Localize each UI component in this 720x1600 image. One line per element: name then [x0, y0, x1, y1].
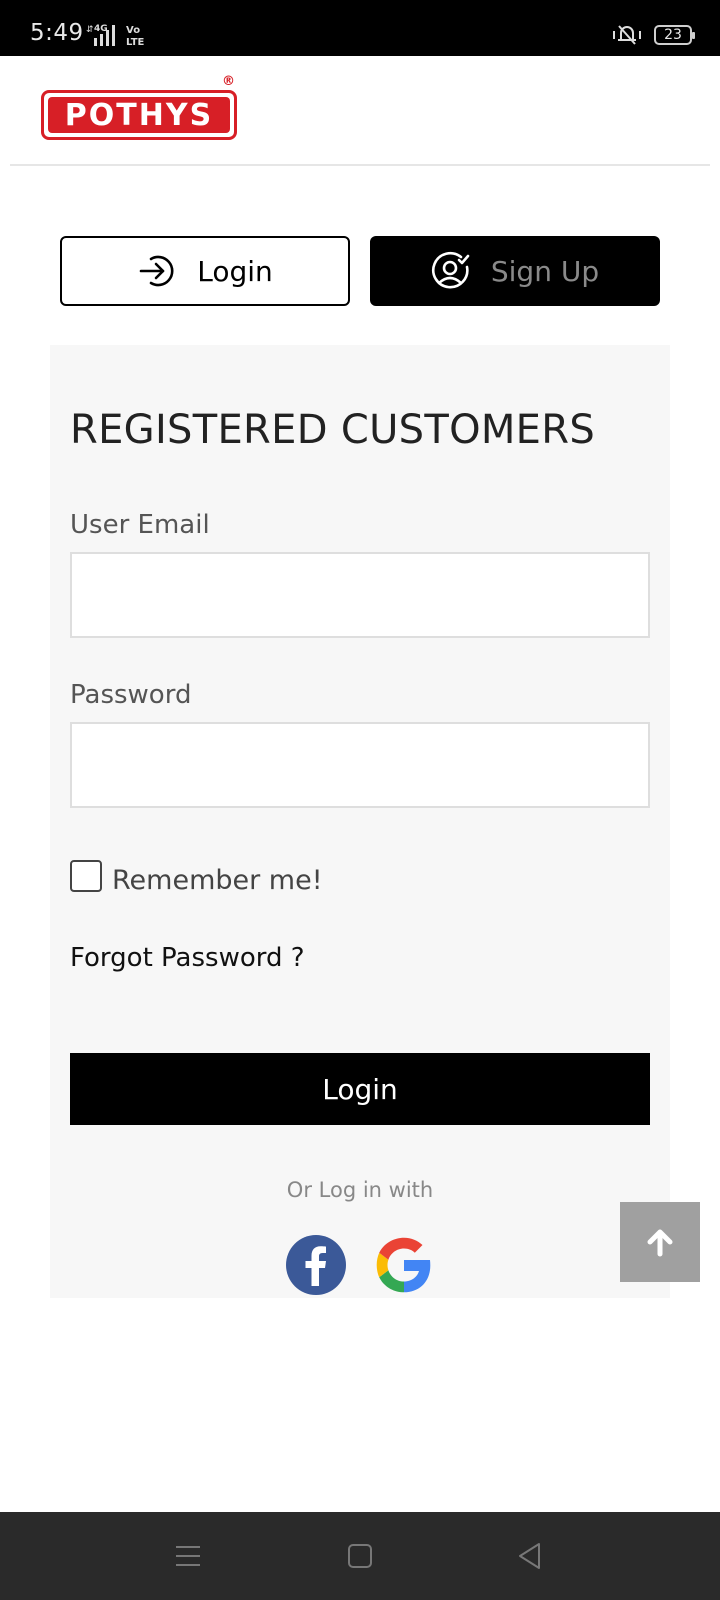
tab-login-label: Login: [197, 254, 273, 288]
password-label: Password: [70, 680, 192, 710]
form-title: REGISTERED CUSTOMERS: [70, 407, 596, 453]
svg-text:LTE: LTE: [126, 37, 145, 48]
arrow-up-icon: [647, 1229, 673, 1257]
logo-text: POTHYS: [64, 97, 214, 133]
social-login-text: Or Log in with: [286, 1178, 434, 1202]
logo-plate: POTHYS: [48, 97, 230, 133]
battery-level: 23: [664, 27, 682, 43]
tab-login[interactable]: Login: [60, 236, 350, 306]
remember-label[interactable]: Remember me!: [112, 865, 323, 896]
login-button[interactable]: Login: [70, 1053, 650, 1125]
google-icon[interactable]: [373, 1234, 435, 1296]
svg-text:Vo: Vo: [126, 25, 140, 36]
tab-signup[interactable]: Sign Up: [370, 236, 660, 306]
tab-signup-label: Sign Up: [490, 254, 600, 288]
system-nav-bar: [0, 1512, 720, 1600]
forgot-password-link[interactable]: Forgot Password ?: [70, 943, 305, 973]
site-header: POTHYS ®: [0, 56, 720, 166]
battery-icon: 23: [654, 25, 695, 45]
login-arrow-icon: [139, 255, 174, 287]
login-button-label: Login: [322, 1072, 398, 1106]
back-triangle-icon[interactable]: [514, 1540, 546, 1572]
user-check-icon: [431, 251, 470, 289]
email-field[interactable]: [70, 552, 650, 638]
registered-mark: ®: [222, 74, 235, 89]
scroll-to-top-button[interactable]: [620, 1202, 700, 1282]
login-card: REGISTERED CUSTOMERS User Email Password…: [50, 345, 670, 1298]
remember-checkbox[interactable]: [70, 860, 102, 892]
facebook-icon[interactable]: [285, 1234, 347, 1296]
menu-icon[interactable]: [172, 1540, 204, 1572]
svg-text:⇵: ⇵: [86, 25, 94, 35]
mute-vibrate-icon: [613, 25, 641, 45]
signal-icon: ⇵ 4G Vo LTE: [86, 24, 145, 48]
header-divider: [10, 164, 710, 166]
status-right: 23: [612, 22, 695, 48]
status-time: 5:49: [30, 20, 84, 46]
svg-text:4G: 4G: [94, 24, 108, 34]
email-label: User Email: [70, 510, 210, 540]
pothys-logo[interactable]: POTHYS: [41, 90, 237, 140]
password-field[interactable]: [70, 722, 650, 808]
home-square-icon[interactable]: [344, 1540, 376, 1572]
status-bar: 5:49 ⇵ 4G Vo LTE 23: [0, 0, 720, 56]
